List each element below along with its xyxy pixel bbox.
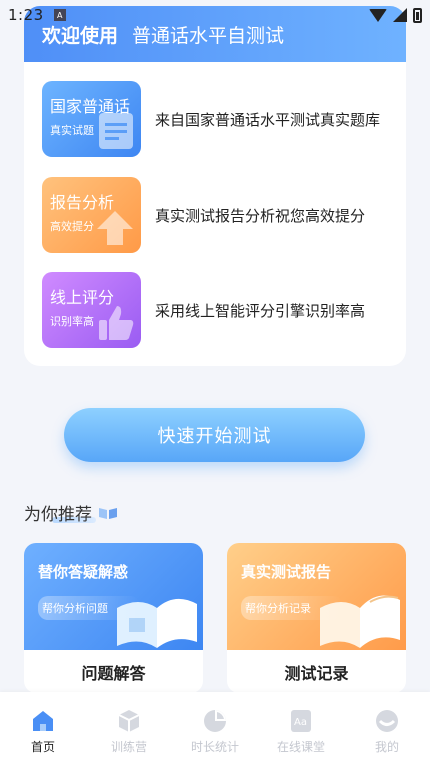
feature-online-scoring[interactable]: 线上评分 识别率高 采用线上智能评分引擎识别率高	[42, 271, 392, 349]
home-icon	[33, 711, 53, 731]
pie-chart-icon	[204, 710, 226, 732]
tab-label: 时长统计	[190, 740, 239, 754]
battery-icon	[413, 7, 422, 23]
tile-subtitle: 真实试题	[50, 124, 94, 137]
tab-online-class[interactable]: Aa 在线课堂	[266, 708, 336, 755]
feature-tile-scoring: 线上评分 识别率高	[42, 272, 141, 348]
rec-pill: 帮你分析记录	[241, 596, 343, 620]
tile-subtitle: 高效提分	[50, 220, 94, 233]
recommend-title-text: 为你推荐	[24, 505, 92, 525]
tile-title: 国家普通话	[50, 97, 131, 116]
feature-report-analysis[interactable]: 报告分析 高效提分 真实测试报告分析祝您高效提分	[42, 176, 392, 254]
tab-label: 在线课堂	[276, 740, 325, 754]
bottom-tab-bar: 首页 训练营 时长统计 Aa 在线课堂 我的	[0, 692, 430, 764]
profile-icon	[376, 710, 398, 732]
feature-text: 采用线上智能评分引擎识别率高	[155, 301, 366, 320]
feature-question-bank[interactable]: 国家普通话 真实试题 来自国家普通话水平测试真实题库	[42, 80, 392, 158]
tab-profile[interactable]: 我的	[352, 708, 422, 755]
rec-card-banner: 替你答疑解惑 帮你分析问题	[24, 543, 203, 650]
tile-title: 报告分析	[50, 193, 115, 212]
tile-title: 线上评分	[50, 288, 115, 307]
status-indicators	[369, 7, 422, 23]
app-notification-icon: A	[53, 9, 66, 21]
cube-icon	[118, 710, 140, 732]
rec-headline: 替你答疑解惑	[38, 563, 129, 581]
feature-text: 来自国家普通话水平测试真实题库	[155, 110, 381, 129]
tab-home[interactable]: 首页	[8, 708, 78, 755]
tab-training-camp[interactable]: 训练营	[94, 708, 164, 755]
rec-label: 问题解答	[81, 663, 146, 683]
rec-label: 测试记录	[284, 663, 349, 683]
rec-card-banner: 真实测试报告 帮你分析记录	[227, 543, 406, 650]
classroom-icon: Aa	[291, 710, 311, 732]
feature-tile-national: 国家普通话 真实试题	[42, 81, 141, 157]
tab-label: 我的	[374, 740, 399, 754]
tab-duration-stats[interactable]: 时长统计	[180, 708, 250, 755]
tab-label: 首页	[30, 740, 55, 754]
feature-tile-report: 报告分析 高效提分	[42, 177, 141, 253]
rec-pill: 帮你分析问题	[38, 596, 140, 620]
book-icon	[99, 507, 117, 519]
recommend-card-records[interactable]: 真实测试报告 帮你分析记录 测试记录	[227, 543, 406, 693]
feature-text: 真实测试报告分析祝您高效提分	[155, 206, 366, 225]
quick-start-test-button[interactable]: 快速开始测试	[64, 408, 365, 462]
signal-icon	[393, 8, 407, 22]
wifi-icon	[369, 8, 387, 22]
status-bar: 1:23 A	[0, 0, 430, 30]
tab-label: 训练营	[110, 740, 147, 754]
recommend-section-title: 为你推荐	[24, 500, 118, 525]
recommend-card-qa[interactable]: 替你答疑解惑 帮你分析问题 问题解答	[24, 543, 203, 693]
rec-headline: 真实测试报告	[241, 563, 332, 581]
welcome-card: 欢迎使用 普通话水平自测试 国家普通话 真实试题 来自国家普通话水平测试真实题库…	[24, 6, 406, 366]
tile-subtitle: 识别率高	[50, 315, 94, 328]
status-time: 1:23	[8, 6, 44, 24]
svg-text:Aa: Aa	[294, 717, 307, 728]
